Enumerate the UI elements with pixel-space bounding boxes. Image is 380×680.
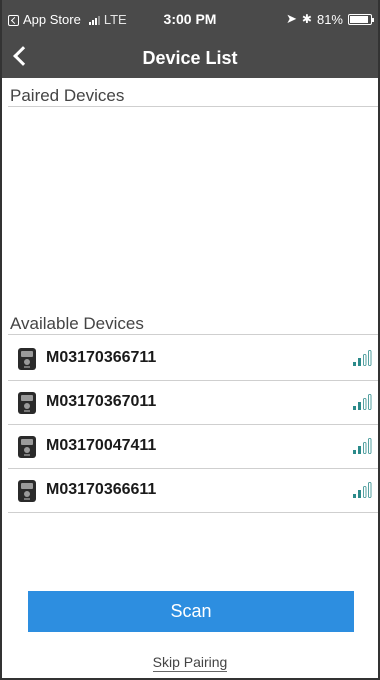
device-name: M03170367011 bbox=[46, 393, 157, 410]
battery-percent: 81% bbox=[316, 11, 343, 27]
bluetooth-icon: ✱ bbox=[301, 12, 312, 26]
device-row[interactable]: M03170047411 bbox=[8, 423, 380, 469]
available-devices-header: Available Devices bbox=[10, 314, 144, 333]
signal-strength-icon bbox=[352, 436, 374, 454]
paired-devices-divider bbox=[8, 106, 380, 107]
page-title: Device List bbox=[142, 48, 238, 68]
device-name: M03170047411 bbox=[46, 437, 157, 454]
location-icon: ➤ bbox=[286, 11, 297, 26]
gas-detector-icon bbox=[17, 435, 37, 459]
skip-pairing-link[interactable]: Skip Pairing bbox=[0, 654, 380, 672]
battery-icon bbox=[348, 13, 374, 25]
signal-strength-icon bbox=[352, 392, 374, 410]
device-row[interactable]: M03170367011 bbox=[8, 379, 380, 425]
device-row[interactable]: M03170366611 bbox=[8, 467, 380, 513]
signal-strength-icon bbox=[352, 480, 374, 498]
skip-pairing-label[interactable]: Skip Pairing bbox=[152, 654, 228, 672]
status-right: ➤ ✱ 81% bbox=[286, 11, 374, 27]
scan-button[interactable]: Scan bbox=[28, 591, 354, 632]
row-divider bbox=[8, 512, 380, 513]
status-bar: App Store LTE 3:00 PM ➤ ✱ 81% bbox=[0, 0, 380, 36]
device-name: M03170366711 bbox=[46, 349, 157, 366]
device-name: M03170366611 bbox=[46, 481, 157, 498]
navigation-bar: Device List bbox=[0, 36, 380, 78]
signal-strength-icon bbox=[352, 348, 374, 366]
device-row[interactable]: M03170366711 bbox=[8, 335, 380, 381]
gas-detector-icon bbox=[17, 347, 37, 371]
paired-devices-header: Paired Devices bbox=[10, 86, 125, 105]
gas-detector-icon bbox=[17, 391, 37, 415]
top-bar: App Store LTE 3:00 PM ➤ ✱ 81% Device Lis… bbox=[0, 0, 380, 78]
gas-detector-icon bbox=[17, 479, 37, 503]
